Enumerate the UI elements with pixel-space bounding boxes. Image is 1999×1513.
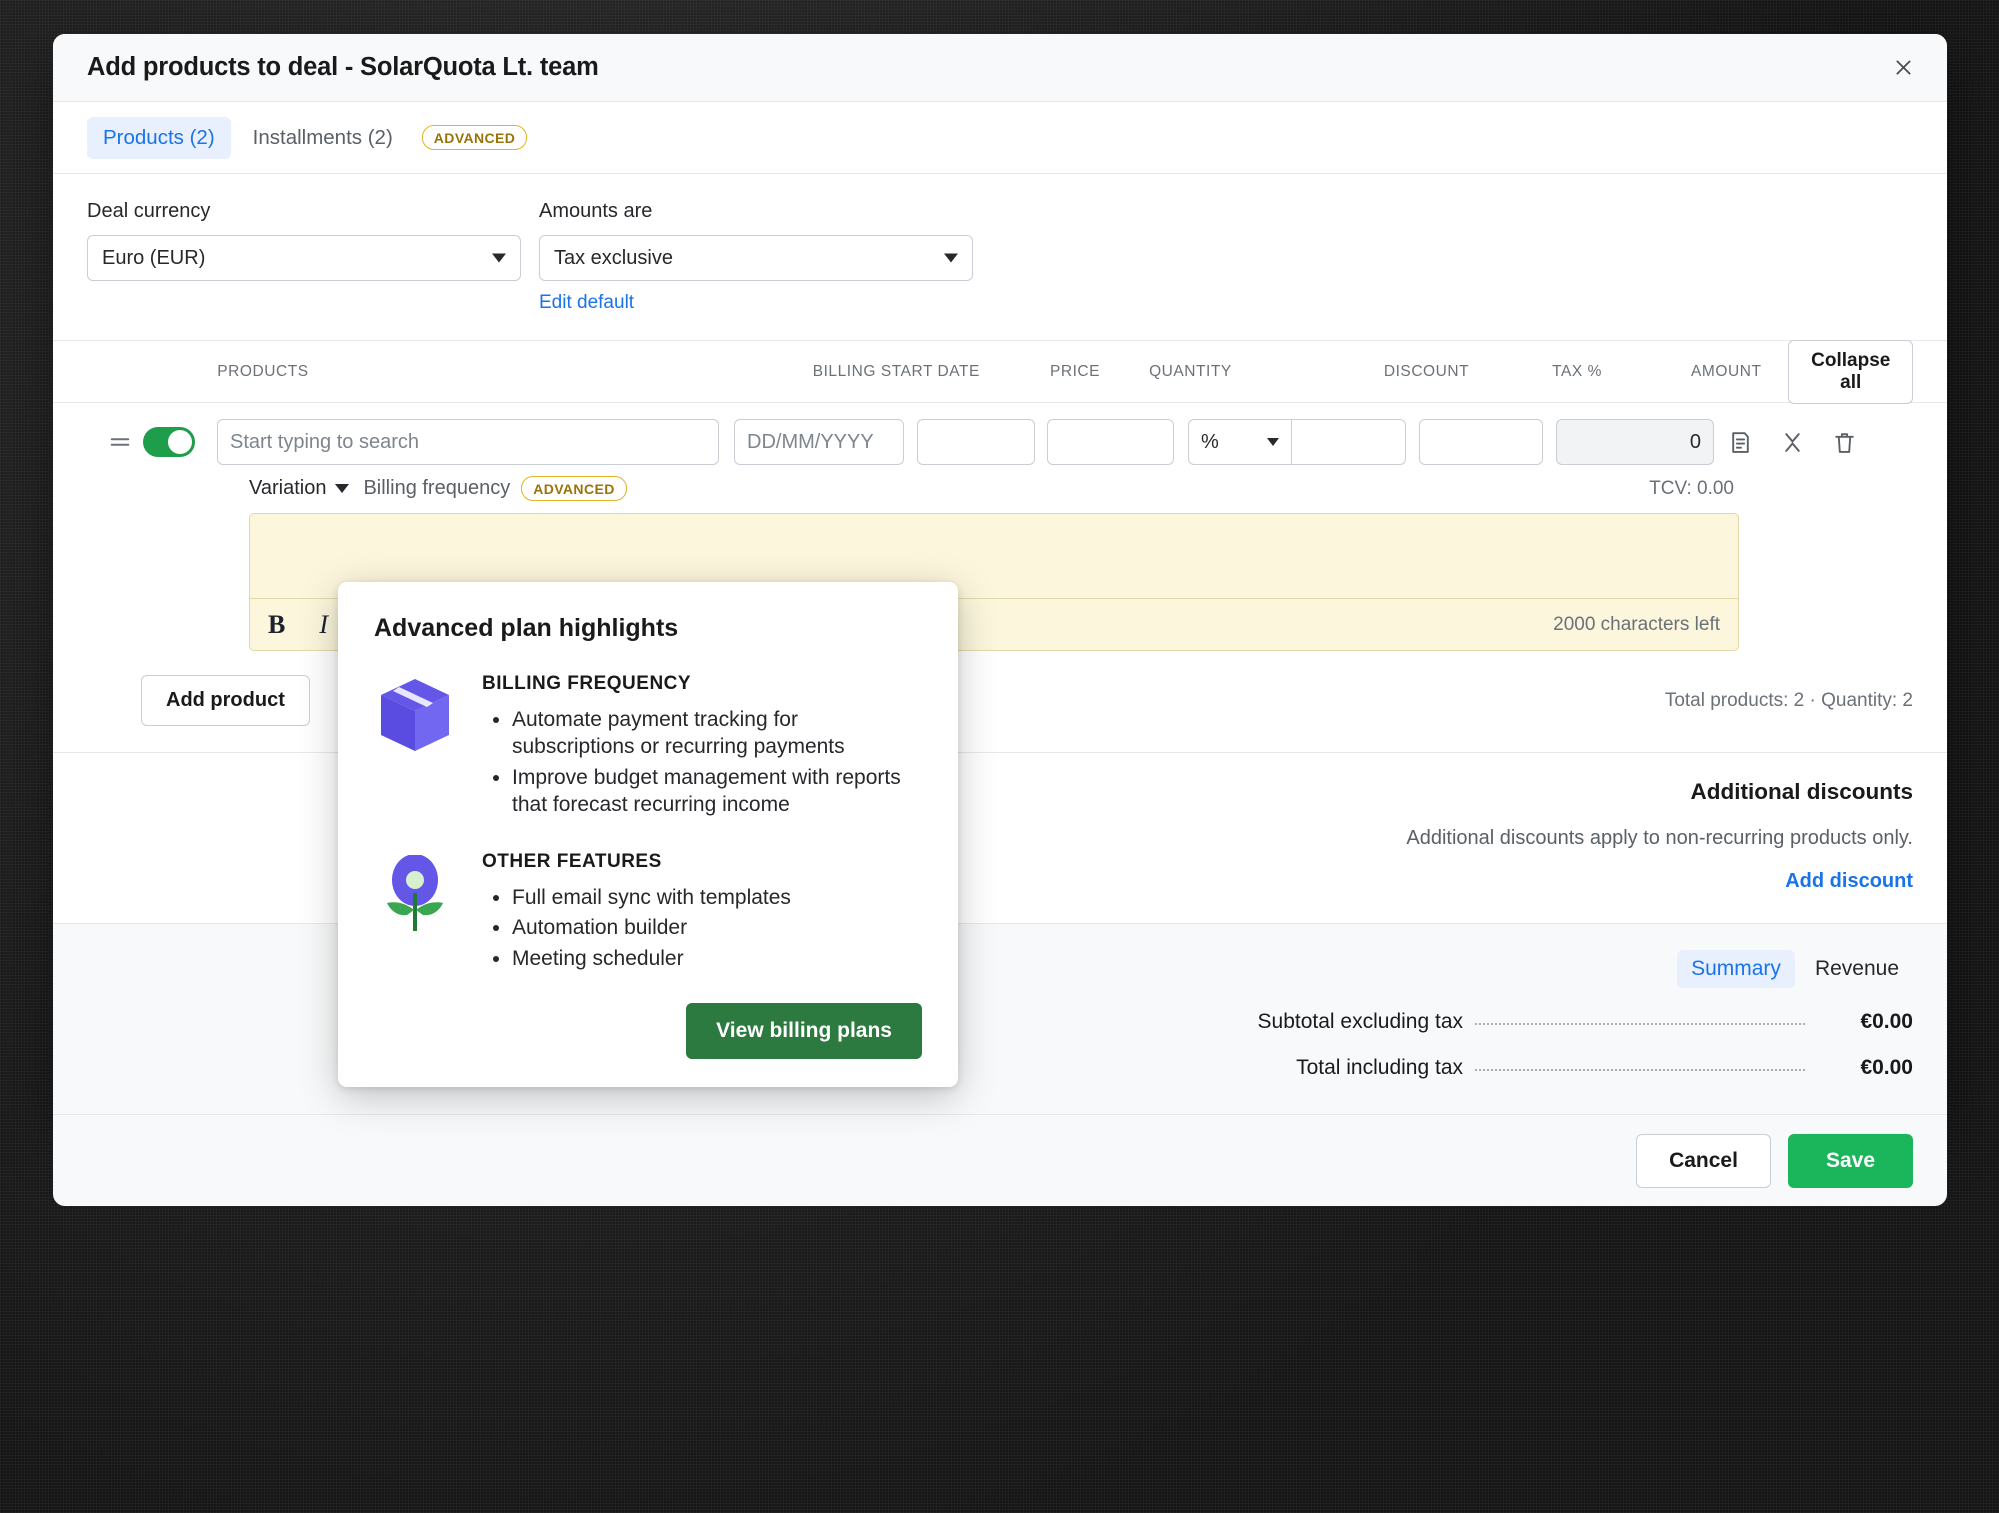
chevron-down-icon xyxy=(1267,438,1279,446)
tab-bar: Products (2) Installments (2) ADVANCED xyxy=(53,102,1947,174)
tab-revenue[interactable]: Revenue xyxy=(1801,950,1913,988)
column-header-quantity: QUANTITY xyxy=(1149,362,1232,380)
discount-value-input[interactable] xyxy=(1292,419,1406,465)
quantity-input[interactable] xyxy=(1047,419,1174,465)
totals-meta: Total products: 2 · Quantity: 2 xyxy=(1664,689,1913,711)
flower-icon xyxy=(374,851,456,935)
popover-section-heading: BILLING FREQUENCY xyxy=(482,673,692,694)
currency-section: Deal currency Euro (EUR) Amounts are Tax… xyxy=(53,174,1947,341)
package-box-icon xyxy=(374,673,456,753)
drag-handle-icon[interactable] xyxy=(97,433,143,451)
amounts-are-group: Amounts are Tax exclusive Edit default xyxy=(539,200,973,314)
column-header-price: PRICE xyxy=(1049,362,1101,380)
save-button[interactable]: Save xyxy=(1787,1133,1913,1188)
list-item: Meeting scheduler xyxy=(512,946,791,973)
toggle-knob xyxy=(168,430,192,454)
cancel-button[interactable]: Cancel xyxy=(1636,1133,1771,1188)
popover-section-billing-frequency: BILLING FREQUENCY Automate payment track… xyxy=(374,673,922,823)
column-header-amount: AMOUNT xyxy=(1691,362,1762,380)
column-header-products: PRODUCTS xyxy=(217,362,309,380)
list-item: Full email sync with templates xyxy=(512,885,791,912)
bold-button[interactable]: B xyxy=(268,610,285,640)
tab-products[interactable]: Products (2) xyxy=(87,116,231,159)
close-icon[interactable] xyxy=(1885,50,1921,86)
discount-type-value: % xyxy=(1201,430,1219,453)
edit-default-link[interactable]: Edit default xyxy=(539,292,634,314)
deal-currency-label: Deal currency xyxy=(87,200,211,222)
variation-dropdown[interactable]: Variation xyxy=(249,477,350,500)
leader-dots xyxy=(1475,1069,1805,1071)
tax-input[interactable] xyxy=(1419,419,1543,465)
variation-label: Variation xyxy=(249,477,327,499)
advanced-badge-installments: ADVANCED xyxy=(421,125,528,150)
chevron-down-icon xyxy=(944,253,958,263)
popover-title: Advanced plan highlights xyxy=(374,614,679,642)
deal-currency-value: Euro (EUR) xyxy=(102,246,206,269)
tab-installments[interactable]: Installments (2) xyxy=(237,117,409,159)
characters-left-counter: 2000 characters left xyxy=(1553,613,1720,635)
note-icon[interactable] xyxy=(1714,419,1766,465)
chevron-down-icon xyxy=(335,484,350,493)
view-billing-plans-button[interactable]: View billing plans xyxy=(686,1003,922,1060)
list-item: Improve budget management with reports t… xyxy=(512,765,922,819)
popover-feature-list: Automate payment tracking for subscripti… xyxy=(482,707,922,819)
collapse-icon[interactable] xyxy=(1766,419,1818,465)
modal-footer: Cancel Save xyxy=(53,1114,1947,1206)
amounts-are-select[interactable]: Tax exclusive xyxy=(539,235,973,281)
amount-value: 0 xyxy=(1556,419,1714,465)
deal-currency-group: Deal currency Euro (EUR) xyxy=(87,200,521,281)
collapse-all-button[interactable]: Collapse all xyxy=(1788,339,1913,404)
advanced-plan-popover: Advanced plan highlights BILLING FREQUEN… xyxy=(338,582,958,1088)
price-input[interactable] xyxy=(917,419,1035,465)
tcv-value: TCV: 0.00 xyxy=(1649,477,1734,499)
product-subrow: Variation Billing frequency ADVANCED TCV… xyxy=(53,465,1947,501)
list-item: Automation builder xyxy=(512,915,791,942)
product-active-toggle[interactable] xyxy=(143,427,195,457)
tab-summary[interactable]: Summary xyxy=(1677,950,1795,988)
products-table-header: PRODUCTS BILLING START DATE PRICE QUANTI… xyxy=(53,339,1947,404)
popover-footer: View billing plans xyxy=(374,1003,922,1060)
total-value: €0.00 xyxy=(1860,1056,1913,1079)
add-discount-link[interactable]: Add discount xyxy=(1785,870,1913,893)
product-row: Start typing to search DD/MM/YYYY % 0 xyxy=(53,403,1947,465)
popover-section-body: BILLING FREQUENCY Automate payment track… xyxy=(482,673,922,823)
discount-type-select[interactable]: % xyxy=(1188,419,1292,465)
subtotal-label: Subtotal excluding tax xyxy=(1257,1010,1463,1033)
billing-frequency-label: Billing frequency xyxy=(363,477,511,499)
list-item: Automate payment tracking for subscripti… xyxy=(512,707,922,761)
popover-section-heading: OTHER FEATURES xyxy=(482,850,662,872)
leader-dots xyxy=(1475,1023,1805,1025)
popover-section-body: OTHER FEATURES Full email sync with temp… xyxy=(482,851,791,978)
add-product-button[interactable]: Add product xyxy=(141,675,310,726)
delete-icon[interactable] xyxy=(1818,419,1870,465)
modal-header: Add products to deal - SolarQuota Lt. te… xyxy=(53,34,1947,102)
subtotal-value: €0.00 xyxy=(1860,1010,1913,1033)
popover-feature-list: Full email sync with templates Automatio… xyxy=(482,885,791,974)
total-label: Total including tax xyxy=(1296,1056,1463,1079)
amounts-are-label: Amounts are xyxy=(539,200,653,222)
page-title: Add products to deal - SolarQuota Lt. te… xyxy=(87,53,599,81)
column-header-discount: DISCOUNT xyxy=(1383,362,1470,380)
chevron-down-icon xyxy=(492,253,506,263)
advanced-badge-billing: ADVANCED xyxy=(521,476,627,501)
deal-currency-select[interactable]: Euro (EUR) xyxy=(87,235,521,281)
billing-start-date-input[interactable]: DD/MM/YYYY xyxy=(734,419,904,465)
amounts-are-value: Tax exclusive xyxy=(554,246,673,269)
italic-button[interactable]: I xyxy=(319,610,328,640)
column-header-billing-start-date: BILLING START DATE xyxy=(812,362,980,380)
billing-frequency-control[interactable]: Billing frequency ADVANCED xyxy=(363,476,627,501)
discount-group: % xyxy=(1188,419,1406,465)
popover-section-other-features: OTHER FEATURES Full email sync with temp… xyxy=(374,851,922,978)
column-header-tax: TAX % xyxy=(1552,362,1603,380)
product-search-input[interactable]: Start typing to search xyxy=(217,419,719,465)
